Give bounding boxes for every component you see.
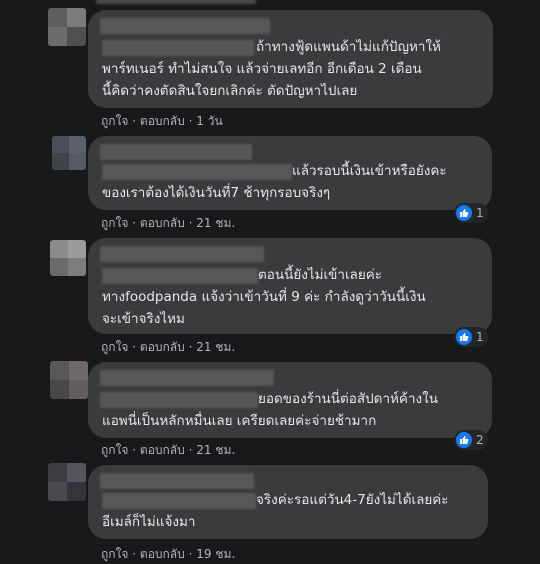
comment-actions: ถูกใจ · ตอบกลับ · 21 ชม. [101,214,235,233]
reply-link[interactable]: ตอบกลับ [140,114,185,128]
comment-text: จริงค่ะรอแต่วัน4-7ยังไม่ได้เลยค่ะ [256,492,449,508]
avatar[interactable] [48,463,86,501]
comment-bubble: จริงค่ะรอแต่วัน4-7ยังไม่ได้เลยค่ะ อีเมล์… [88,465,488,539]
comment-text: พาร์ทเนอร์ ทำไม่สนใจ แล้วจ่ายเลทอีก อีกเ… [102,61,422,77]
separator: · [188,114,193,128]
reply-link[interactable]: ตอบกลับ [140,216,185,230]
like-link[interactable]: ถูกใจ [101,114,128,128]
reaction-number: 1 [476,206,484,220]
separator: · [188,216,193,230]
commenter-name-redacted[interactable] [100,18,270,34]
like-link[interactable]: ถูกใจ [101,443,128,457]
comment-actions: ถูกใจ · ตอบกลับ · 21 ชม. [101,441,235,460]
separator: · [188,443,193,457]
separator: · [132,114,137,128]
like-reaction-icon [456,432,472,448]
separator: · [132,340,137,354]
comment-actions: ถูกใจ · ตอบกลับ · 1 วัน [101,112,223,131]
mention-redacted[interactable] [102,164,292,180]
separator: · [132,547,137,561]
timestamp[interactable]: 1 วัน [196,114,222,128]
timestamp[interactable]: 21 ชม. [196,340,235,354]
comment-text: นี้คิดว่าคงตัดสินใจยกเลิกค่ะ ตัดปัญหาไปเ… [102,83,358,99]
reaction-count[interactable]: 1 [454,203,488,223]
commenter-name-redacted[interactable] [100,246,264,262]
like-reaction-icon [456,205,472,221]
timestamp[interactable]: 19 ชม. [196,547,235,561]
comment-text: อีเมล์ก็ไม่แจ้งมา [102,514,196,530]
separator: · [188,340,193,354]
comment-text: แอพนี่เป็นหลักหมื่นเลย เครียดเลยค่ะจ่ายช… [102,413,377,429]
separator: · [132,443,137,457]
comment-text: ถ้าทางฟู้ดแพนด้าไม่แก้ปัญหาให้ [256,39,441,55]
like-link[interactable]: ถูกใจ [101,547,128,561]
comment-text: จะเข้าจริงไหม [102,311,185,327]
cut-off-comment-meta [96,0,256,4]
avatar[interactable] [52,136,86,170]
comment-bubble: แล้วรอบนี้เงินเข้าหรือยังคะ ของเราต้องได… [88,136,492,210]
mention-redacted[interactable] [102,493,256,509]
timestamp[interactable]: 21 ชม. [196,443,235,457]
reaction-count[interactable]: 2 [454,430,488,450]
comment-bubble: ตอนนี้ยังไม่เข้าเลยค่ะ ทางfoodpanda แจ้ง… [88,238,492,334]
mention-redacted[interactable] [102,268,258,284]
comment-text: ตอนนี้ยังไม่เข้าเลยค่ะ [258,267,383,283]
like-link[interactable]: ถูกใจ [101,216,128,230]
reaction-number: 1 [476,330,484,344]
comment-text: ยอดของร้านนี่ต่อสัปดาห์ค้างใน [258,391,438,407]
like-link[interactable]: ถูกใจ [101,340,128,354]
commenter-name-redacted[interactable] [100,473,254,489]
comment-bubble: ยอดของร้านนี่ต่อสัปดาห์ค้างใน แอพนี่เป็น… [88,362,492,438]
comment-text: แล้วรอบนี้เงินเข้าหรือยังคะ [292,163,447,179]
comment-text: ของเราต้องได้เงินวันที่7 ช้าทุกรอบจริงๆ [102,185,331,201]
comment-actions: ถูกใจ · ตอบกลับ · 19 ชม. [101,545,235,564]
reply-link[interactable]: ตอบกลับ [140,547,185,561]
mention-redacted[interactable] [100,392,258,408]
reply-link[interactable]: ตอบกลับ [140,340,185,354]
like-reaction-icon [456,329,472,345]
mention-redacted[interactable] [102,40,254,56]
timestamp[interactable]: 21 ชม. [196,216,235,230]
avatar[interactable] [50,361,88,399]
comment-text: ทางfoodpanda แจ้งว่าเข้าวันที่ 9 ค่ะ กำล… [102,289,426,305]
commenter-name-redacted[interactable] [100,144,252,160]
comment-actions: ถูกใจ · ตอบกลับ · 21 ชม. [101,338,235,357]
reaction-number: 2 [476,433,484,447]
avatar[interactable] [50,240,86,276]
comment-bubble: ถ้าทางฟู้ดแพนด้าไม่แก้ปัญหาให้ พาร์ทเนอร… [88,10,493,108]
separator: · [188,547,193,561]
reaction-count[interactable]: 1 [454,327,488,347]
reply-link[interactable]: ตอบกลับ [140,443,185,457]
commenter-name-redacted[interactable] [100,370,274,386]
avatar[interactable] [48,8,86,46]
separator: · [132,216,137,230]
